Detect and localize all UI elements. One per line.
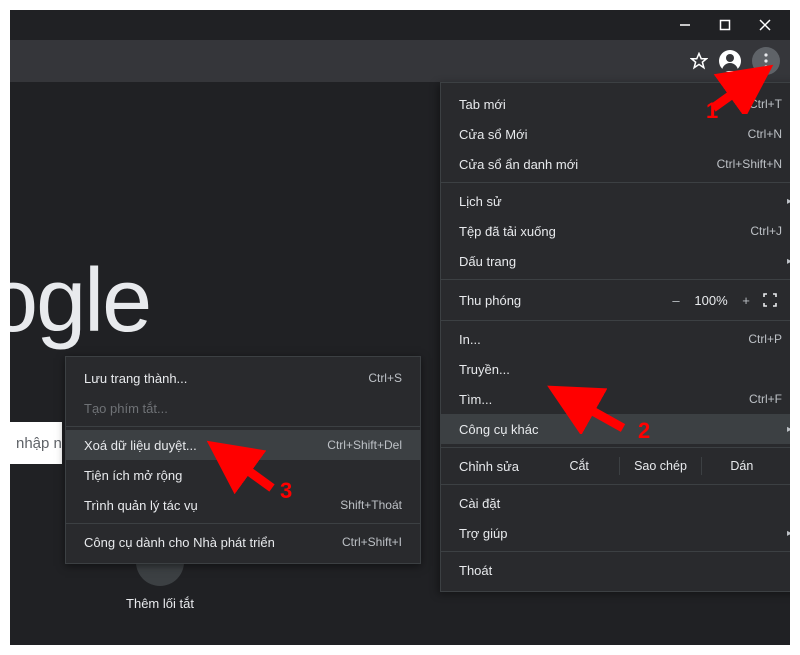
menu-label: Tìm... bbox=[459, 392, 749, 407]
menu-separator bbox=[441, 447, 790, 448]
menu-label: Lưu trang thành... bbox=[84, 371, 368, 386]
menu-label: In... bbox=[459, 332, 748, 347]
menu-item-new-tab[interactable]: Tab mới Ctrl+T bbox=[441, 89, 790, 119]
shortcut-label: Thêm lối tắt bbox=[100, 596, 220, 611]
menu-shortcut: Ctrl+N bbox=[748, 127, 782, 141]
menu-label: Công cụ khác bbox=[459, 422, 782, 437]
menu-shortcut: Shift+Thoát bbox=[340, 498, 402, 512]
menu-label: Tệp đã tải xuống bbox=[459, 224, 750, 239]
menu-item-settings[interactable]: Cài đặt bbox=[441, 488, 790, 518]
menu-label: Tạo phím tắt... bbox=[84, 401, 402, 416]
menu-separator bbox=[441, 182, 790, 183]
menu-label: Trợ giúp bbox=[459, 526, 782, 541]
menu-separator bbox=[441, 320, 790, 321]
search-input-stub[interactable]: nhập n bbox=[10, 422, 62, 464]
edit-cut-button[interactable]: Cắt bbox=[539, 459, 619, 473]
chevron-right-icon: ▸ bbox=[787, 196, 790, 207]
menu-shortcut: Ctrl+Shift+I bbox=[342, 535, 402, 549]
submenu-item-save-as[interactable]: Lưu trang thành... Ctrl+S bbox=[66, 363, 420, 393]
menu-separator bbox=[441, 279, 790, 280]
menu-label: Dấu trang bbox=[459, 254, 782, 269]
menu-label: Cài đặt bbox=[459, 496, 782, 511]
menu-separator bbox=[441, 484, 790, 485]
menu-label: Thu phóng bbox=[459, 293, 664, 308]
submenu-item-create-shortcut: Tạo phím tắt... bbox=[66, 393, 420, 423]
edit-copy-button[interactable]: Sao chép bbox=[620, 459, 700, 473]
zoom-out-button[interactable]: – bbox=[664, 293, 688, 308]
submenu-item-extensions[interactable]: Tiện ích mở rộng bbox=[66, 460, 420, 490]
chevron-right-icon: ▸ bbox=[787, 424, 790, 435]
menu-separator bbox=[66, 523, 420, 524]
menu-shortcut: Ctrl+J bbox=[750, 224, 782, 238]
window-maximize-button[interactable] bbox=[716, 16, 734, 34]
menu-item-more-tools[interactable]: Công cụ khác ▸ bbox=[441, 414, 790, 444]
menu-separator bbox=[66, 426, 420, 427]
menu-label: Cửa sổ ẩn danh mới bbox=[459, 157, 717, 172]
menu-kebab-button[interactable] bbox=[752, 47, 780, 75]
annotation-number-2: 2 bbox=[638, 418, 650, 444]
menu-shortcut: Ctrl+Shift+N bbox=[717, 157, 782, 171]
window-minimize-button[interactable] bbox=[676, 16, 694, 34]
menu-shortcut: Ctrl+F bbox=[749, 392, 782, 406]
bookmark-star-icon[interactable] bbox=[690, 52, 708, 70]
menu-item-incognito[interactable]: Cửa sổ ẩn danh mới Ctrl+Shift+N bbox=[441, 149, 790, 179]
browser-toolbar bbox=[10, 40, 790, 82]
menu-item-new-window[interactable]: Cửa sổ Mới Ctrl+N bbox=[441, 119, 790, 149]
menu-item-history[interactable]: Lịch sử ▸ bbox=[441, 186, 790, 216]
menu-separator bbox=[441, 551, 790, 552]
annotation-number-3: 3 bbox=[280, 478, 292, 504]
fullscreen-icon[interactable] bbox=[758, 293, 782, 307]
menu-item-downloads[interactable]: Tệp đã tải xuống Ctrl+J bbox=[441, 216, 790, 246]
submenu-item-dev-tools[interactable]: Công cụ dành cho Nhà phát triển Ctrl+Shi… bbox=[66, 527, 420, 557]
menu-label: Cửa sổ Mới bbox=[459, 127, 748, 142]
menu-item-print[interactable]: In... Ctrl+P bbox=[441, 324, 790, 354]
zoom-in-button[interactable]: + bbox=[734, 293, 758, 308]
menu-shortcut: Ctrl+T bbox=[749, 97, 782, 111]
menu-label: Truyền... bbox=[459, 362, 782, 377]
submenu-item-task-manager[interactable]: Trình quản lý tác vụ Shift+Thoát bbox=[66, 490, 420, 520]
menu-label: Xoá dữ liệu duyệt... bbox=[84, 438, 327, 453]
chevron-right-icon: ▸ bbox=[787, 528, 790, 539]
menu-item-find[interactable]: Tìm... Ctrl+F bbox=[441, 384, 790, 414]
menu-item-exit[interactable]: Thoát bbox=[441, 555, 790, 585]
profile-avatar-icon[interactable] bbox=[718, 49, 742, 73]
menu-label: Trình quản lý tác vụ bbox=[84, 498, 340, 513]
more-tools-submenu: Lưu trang thành... Ctrl+S Tạo phím tắt..… bbox=[65, 356, 421, 564]
submenu-item-clear-browsing-data[interactable]: Xoá dữ liệu duyệt... Ctrl+Shift+Del bbox=[66, 430, 420, 460]
menu-item-zoom: Thu phóng – 100% + bbox=[441, 283, 790, 317]
menu-label: Công cụ dành cho Nhà phát triển bbox=[84, 535, 342, 550]
menu-item-help[interactable]: Trợ giúp ▸ bbox=[441, 518, 790, 548]
menu-item-cast[interactable]: Truyền... bbox=[441, 354, 790, 384]
menu-label: Tiện ích mở rộng bbox=[84, 468, 402, 483]
menu-shortcut: Ctrl+S bbox=[368, 371, 402, 385]
zoom-value: 100% bbox=[688, 293, 734, 308]
menu-shortcut: Ctrl+P bbox=[748, 332, 782, 346]
window-close-button[interactable] bbox=[756, 16, 774, 34]
menu-item-edit-row: Chỉnh sửa Cắt Sao chép Dán bbox=[441, 451, 790, 481]
menu-label: Chỉnh sửa bbox=[459, 459, 539, 474]
google-logo-text: oogle bbox=[10, 250, 150, 353]
menu-shortcut: Ctrl+Shift+Del bbox=[327, 438, 402, 452]
menu-label: Lịch sử bbox=[459, 194, 782, 209]
menu-item-bookmarks[interactable]: Dấu trang ▸ bbox=[441, 246, 790, 276]
chevron-right-icon: ▸ bbox=[787, 256, 790, 267]
main-menu: Tab mới Ctrl+T Cửa sổ Mới Ctrl+N Cửa sổ … bbox=[440, 82, 790, 592]
annotation-number-1: 1 bbox=[706, 98, 718, 124]
edit-paste-button[interactable]: Dán bbox=[702, 459, 782, 473]
menu-label: Thoát bbox=[459, 563, 782, 578]
